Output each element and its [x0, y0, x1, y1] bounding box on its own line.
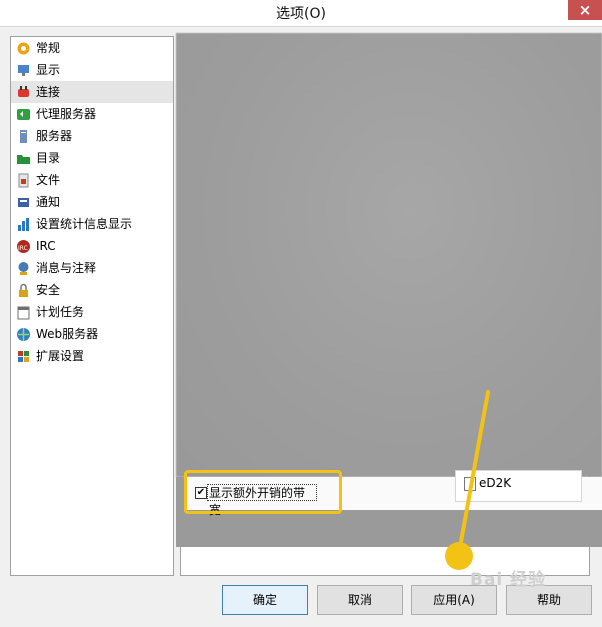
- window-title: 选项(O): [276, 6, 326, 22]
- sidebar-item-label: 显示: [36, 63, 61, 77]
- sidebar-item-label: 安全: [36, 283, 61, 297]
- messages-icon: [16, 261, 31, 276]
- sidebar-item-server[interactable]: 服务器: [11, 125, 173, 147]
- notification-icon: [16, 195, 31, 210]
- ed2k-checkbox-label[interactable]: eD2K: [479, 476, 511, 490]
- highlight-annotation-box: [184, 470, 342, 514]
- sidebar-item-label: 连接: [36, 85, 61, 99]
- svg-text:IRC: IRC: [18, 245, 28, 252]
- sidebar-item-extension[interactable]: 扩展设置: [11, 345, 173, 367]
- cancel-button[interactable]: 取消: [317, 585, 403, 615]
- sidebar-item-file[interactable]: 文件: [11, 169, 173, 191]
- sidebar-item-messages[interactable]: 消息与注释: [11, 257, 173, 279]
- irc-icon: IRC: [16, 239, 31, 254]
- gear-icon: [16, 41, 31, 56]
- sidebar-item-label: 消息与注释: [36, 261, 97, 275]
- sidebar-item-irc[interactable]: IRC IRC: [11, 235, 173, 257]
- sidebar-item-label: Web服务器: [36, 327, 99, 341]
- lock-icon: [16, 283, 31, 298]
- sidebar-item-label: 设置统计信息显示: [36, 217, 133, 231]
- sidebar-item-lock[interactable]: 安全: [11, 279, 173, 301]
- sidebar-item-label: 计划任务: [36, 305, 85, 319]
- folder-icon: [16, 151, 31, 166]
- sidebar-item-label: 服务器: [36, 129, 73, 143]
- statistics-icon: [16, 217, 31, 232]
- close-icon[interactable]: ×: [568, 0, 602, 20]
- extension-icon: [16, 349, 31, 364]
- ed2k-checkbox[interactable]: [464, 477, 476, 491]
- calendar-icon: [16, 305, 31, 320]
- sidebar-item-label: IRC: [36, 239, 56, 253]
- server-icon: [16, 129, 31, 144]
- blurred-content-area: [176, 33, 602, 477]
- blurred-content-area-left: [176, 477, 184, 510]
- blurred-content-area-lower: [176, 510, 602, 547]
- sidebar-item-monitor[interactable]: 显示: [11, 59, 173, 81]
- sidebar-item-statistics[interactable]: 设置统计信息显示: [11, 213, 173, 235]
- options-category-list: 常规显示连接代理服务器服务器目录文件通知设置统计信息显示 IRC IRC 消息与注释安…: [10, 36, 174, 576]
- sidebar-item-label: 通知: [36, 195, 61, 209]
- sidebar-item-proxy[interactable]: 代理服务器: [11, 103, 173, 125]
- sidebar-item-globe[interactable]: Web服务器: [11, 323, 173, 345]
- sidebar-item-gear[interactable]: 常规: [11, 37, 173, 59]
- sidebar-item-label: 目录: [36, 151, 61, 165]
- watermark-text: Bai 经验: [470, 570, 547, 590]
- sidebar-item-network-plug[interactable]: 连接: [11, 81, 173, 103]
- network-plug-icon: [16, 85, 31, 100]
- monitor-icon: [16, 63, 31, 78]
- sidebar-item-label: 扩展设置: [36, 349, 85, 363]
- sidebar-item-label: 代理服务器: [36, 107, 97, 121]
- sidebar-item-folder[interactable]: 目录: [11, 147, 173, 169]
- globe-icon: [16, 327, 31, 342]
- file-icon: [16, 173, 31, 188]
- title-bar: 选项(O) ×: [0, 0, 602, 27]
- ok-button[interactable]: 确定: [222, 585, 308, 615]
- sidebar-item-label: 文件: [36, 173, 61, 187]
- proxy-icon: [16, 107, 31, 122]
- sidebar-item-notification[interactable]: 通知: [11, 191, 173, 213]
- sidebar-item-calendar[interactable]: 计划任务: [11, 301, 173, 323]
- sidebar-item-label: 常规: [36, 41, 61, 55]
